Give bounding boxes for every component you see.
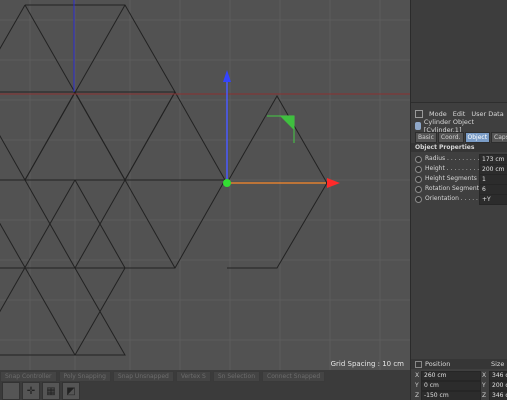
menu-mode[interactable]: Mode — [429, 110, 447, 118]
axis-label: Z — [482, 392, 487, 399]
snap-option[interactable]: Vertex S — [175, 371, 211, 382]
size-y-field[interactable]: 200 cm — [489, 381, 507, 391]
viewport[interactable]: Grid Spacing : 10 cm — [0, 0, 410, 370]
workplane-icon[interactable]: ◩ — [62, 382, 80, 400]
size-z-field[interactable]: 346 cm — [489, 391, 507, 400]
grid-spacing-label: Grid Spacing : 10 cm — [330, 360, 404, 368]
menu-user-data[interactable]: User Data — [471, 110, 503, 118]
attribute-tabs: Basic Coord. Object Caps S — [415, 132, 507, 143]
tool-icon[interactable] — [2, 382, 20, 400]
position-header: Position — [425, 360, 451, 368]
axis-label: Y — [415, 382, 419, 389]
axis-label: Y — [482, 382, 486, 389]
position-x-field[interactable]: 260 cm — [421, 371, 481, 381]
coordinates-toggle-icon[interactable] — [415, 361, 422, 368]
coord-row-x: X 260 cm X 346 cm — [411, 371, 507, 381]
tab-caps[interactable]: Caps — [491, 132, 507, 143]
property-radius: Radius . . . . . . . . . . 173 cm — [411, 154, 507, 165]
object-title: Cylinder Object [Cylinder.1] — [411, 118, 507, 134]
property-label: Rotation Segments — [425, 185, 483, 192]
position-z-field[interactable]: -150 cm — [421, 391, 481, 400]
orientation-select[interactable]: +Y — [479, 194, 507, 205]
property-orientation: Orientation . . . . . . +Y — [411, 194, 507, 205]
panel-toggle-icon[interactable] — [415, 109, 423, 118]
axis-label: X — [415, 372, 420, 379]
attribute-manager: Mode Edit User Data Cylinder Object [Cyl… — [410, 0, 507, 400]
property-label: Orientation . . . . . . — [425, 195, 482, 202]
object-manager-area — [411, 0, 507, 103]
snap-option[interactable]: Snap Controller — [0, 371, 57, 382]
tab-basic[interactable]: Basic — [415, 132, 437, 143]
tab-object[interactable]: Object — [464, 132, 491, 143]
property-label: Height Segments — [425, 175, 477, 182]
grid-snap-icon[interactable]: ▦ — [42, 382, 60, 400]
position-y-field[interactable]: 0 cm — [421, 381, 481, 391]
property-height: Height . . . . . . . . . . 200 cm — [411, 164, 507, 175]
coord-row-z: Z -150 cm Z 346 cm — [411, 391, 507, 400]
snap-option[interactable]: Snap Unsnapped — [112, 371, 174, 382]
keyframe-dot-icon[interactable] — [415, 186, 422, 193]
size-header: Size — [491, 360, 505, 368]
axis-label: X — [482, 372, 487, 379]
snap-option[interactable]: Sn Selection — [212, 371, 261, 382]
tab-coord[interactable]: Coord. — [437, 132, 464, 143]
app-window: Grid Spacing : 10 cm Snap Controller Pol… — [0, 0, 507, 400]
section-title: Object Properties — [411, 143, 507, 152]
property-height-segments: Height Segments 1 — [411, 174, 507, 185]
bottom-toolbar: Snap Controller Poly Snapping Snap Unsna… — [0, 370, 410, 400]
cylinder-icon — [415, 121, 421, 130]
menu-edit[interactable]: Edit — [453, 110, 466, 118]
size-x-field[interactable]: 346 cm — [489, 371, 507, 381]
keyframe-dot-icon[interactable] — [415, 196, 422, 203]
keyframe-dot-icon[interactable] — [415, 176, 422, 183]
viewport-canvas[interactable] — [0, 0, 410, 370]
move-gizmo[interactable] — [223, 70, 340, 188]
property-label: Radius . . . . . . . . . . — [425, 155, 484, 162]
gizmo-center-handle — [223, 179, 231, 187]
keyframe-dot-icon[interactable] — [415, 166, 422, 173]
axis-label: Z — [415, 392, 420, 399]
coordinates-header: Position Size — [411, 359, 507, 369]
tool-icons: ✛ ▦ ◩ — [2, 382, 80, 400]
snap-options: Snap Controller Poly Snapping Snap Unsna… — [0, 371, 326, 382]
snap-option[interactable]: Poly Snapping — [58, 371, 111, 382]
coord-row-y: Y 0 cm Y 200 cm — [411, 381, 507, 391]
property-rotation-segments: Rotation Segments 6 — [411, 184, 507, 195]
snap-option[interactable]: Connect Snapped — [262, 371, 326, 382]
move-snap-icon[interactable]: ✛ — [22, 382, 40, 400]
property-label: Height . . . . . . . . . . — [425, 165, 483, 172]
keyframe-dot-icon[interactable] — [415, 156, 422, 163]
